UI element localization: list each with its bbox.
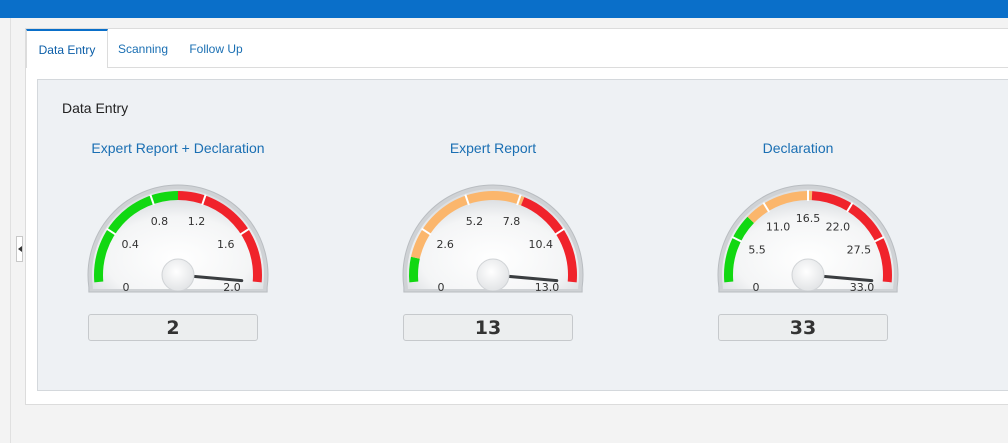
gauge-tick-label: 2.6 — [436, 238, 454, 251]
gauge-tick-label: 0 — [123, 281, 130, 294]
gauge-tick-label: 11.0 — [766, 220, 791, 233]
gauge-expert-report-declaration: 0 0.4 0.8 1.2 1.6 2.0 — [87, 184, 269, 294]
gauge-needle-hub — [791, 258, 825, 292]
gauge-tick-label: 1.2 — [188, 215, 206, 228]
gauge-title-declaration: Declaration — [762, 140, 834, 156]
app-top-bar — [0, 0, 1008, 18]
gauge-tick-label: 10.4 — [529, 238, 554, 251]
gauge-expert-report: 0 2.6 5.2 7.8 10.4 13.0 — [402, 184, 584, 294]
gauge-tick-label: 0 — [753, 281, 760, 294]
gauge-tick-label: 33.0 — [850, 281, 875, 294]
gauge-tick-label: 0.4 — [121, 238, 138, 251]
tab-follow-up[interactable]: Follow Up — [184, 29, 248, 67]
gauge-value-expert-report-declaration: 2 — [88, 314, 258, 341]
gauge-value-declaration: 33 — [718, 314, 888, 341]
gauge-tick-label: 27.5 — [847, 243, 872, 256]
gauge-tick-label: 13.0 — [535, 281, 560, 294]
gauge-tick-label: 22.0 — [826, 220, 851, 233]
tab-bar: Data Entry Scanning Follow Up — [26, 29, 1008, 68]
gauge-value-expert-report: 13 — [403, 314, 573, 341]
section-title: Data Entry — [62, 100, 129, 116]
tab-data-entry[interactable]: Data Entry — [26, 29, 108, 68]
dashboard-panel: Data Entry Scanning Follow Up Data Entry… — [25, 28, 1008, 405]
gauge-tick-label: 0 — [438, 281, 445, 294]
gauge-tick-label: 5.5 — [748, 243, 766, 256]
gauge-tick-label: 16.5 — [796, 212, 821, 225]
gauge-tick-label: 2.0 — [223, 281, 241, 294]
gauge-tick-label: 1.6 — [217, 238, 235, 251]
gauge-tick-label: 0.8 — [151, 215, 169, 228]
gauge-title-expert-report: Expert Report — [449, 140, 537, 156]
tab-scanning[interactable]: Scanning — [112, 29, 174, 67]
collapse-sidebar-button[interactable] — [16, 236, 23, 262]
gauge-needle-hub — [161, 258, 195, 292]
data-entry-content: Data Entry Expert Report + Declaration 0… — [37, 79, 1008, 391]
gauge-tick-label: 5.2 — [466, 215, 484, 228]
gauge-title-expert-report-declaration: Expert Report + Declaration — [91, 140, 265, 156]
gauge-needle-hub — [476, 258, 510, 292]
left-sidebar-rail — [0, 18, 11, 443]
gauge-declaration: 0 5.511.0 16.5 22.0 27.5 33.0 — [717, 184, 899, 294]
gauge-tick-label: 7.8 — [503, 215, 521, 228]
